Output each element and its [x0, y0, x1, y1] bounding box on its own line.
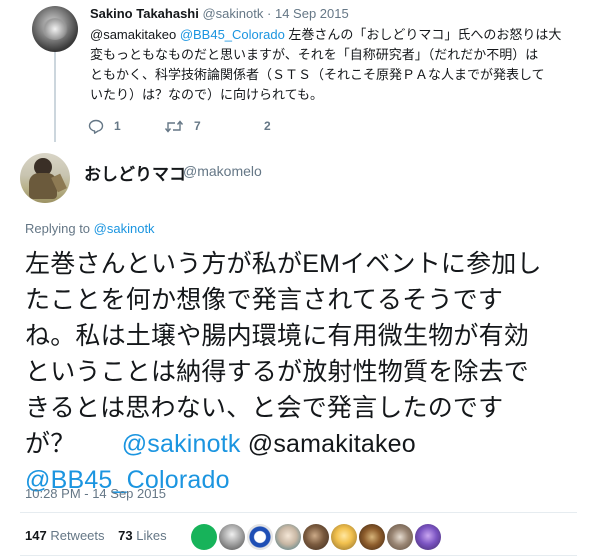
parent-mention-samakitakeo[interactable]: @samakitakeo	[90, 27, 176, 42]
tweet-text-fragment: が？	[25, 430, 76, 458]
retweets-label: Retweets	[50, 528, 105, 543]
parent-tweet-text: @samakitakeo @BB45_Colorado 左巻さんの「おしどりマコ…	[90, 25, 590, 105]
parent-author-handle[interactable]: @sakinotk	[202, 6, 263, 21]
like-count: 2	[264, 119, 271, 133]
tweet-text-line: ね。私は土壌や腸内環境に有用微生物が有効	[25, 322, 530, 350]
parent-text-line: いたり）は？なので）に向けられても。	[90, 87, 323, 102]
retweets-count: 147	[25, 528, 47, 543]
liker-avatar[interactable]	[219, 524, 245, 550]
main-author-handle[interactable]: @makomelo	[183, 163, 262, 179]
mention-sakinotk[interactable]: @sakinotk	[122, 430, 241, 458]
tweet-text-line: たことを何か想像で発言されてるそうです	[25, 286, 504, 314]
likes-count: 73	[118, 528, 133, 543]
parent-text-line: 変もっともなものだと思いますが、それを「自称研究者」（だれだか不明）は	[90, 47, 539, 62]
replying-to-mention[interactable]: @sakinotk	[94, 221, 155, 236]
divider	[20, 555, 577, 556]
main-tweet-text: 左巻さんという方が私がEMイベントに参加し たことを何か想像で発言されてるそうで…	[25, 246, 595, 498]
divider	[20, 512, 577, 513]
parent-tweet-header: Sakino Takahashi @sakinotk · 14 Sep 2015	[90, 6, 349, 21]
tweet-text-line-with-mentions: が？ @sakinotk @samakitakeo	[25, 426, 595, 462]
reply-button[interactable]: 1	[88, 117, 121, 135]
liker-avatar[interactable]	[275, 524, 301, 550]
reply-count: 1	[114, 119, 121, 133]
tweet-stats: 147 Retweets 73 Likes	[25, 528, 167, 548]
tweet-text-line: ということは納得するが放射性物質を除去で	[25, 358, 530, 386]
retweet-count: 7	[194, 119, 201, 133]
parent-tweet[interactable]: Sakino Takahashi @sakinotk · 14 Sep 2015…	[0, 0, 597, 142]
liker-avatar[interactable]	[359, 524, 385, 550]
parent-text-line: 左巻さんの「おしどりマコ」氏へのお怒りは大	[288, 27, 562, 42]
liker-avatar[interactable]	[303, 524, 329, 550]
replying-to: Replying to @sakinotk	[25, 221, 155, 236]
parent-author-avatar[interactable]	[32, 6, 78, 52]
replying-to-label: Replying to	[25, 221, 91, 236]
thread-connector-line	[54, 50, 56, 142]
tweet-text-line: きるとは思わない、と会で発言したのです	[25, 394, 504, 422]
parent-tweet-date[interactable]: 14 Sep 2015	[275, 6, 349, 21]
like-button[interactable]: 2	[254, 117, 271, 135]
liker-avatar[interactable]	[191, 524, 217, 550]
retweet-button[interactable]: 7	[164, 117, 201, 135]
retweet-icon	[164, 119, 184, 134]
parent-text-line: ともかく、科学技術論関係者（ＳＴＳ（それこそ原発ＰＡな人までが発表して	[90, 67, 545, 82]
likes-label: Likes	[136, 528, 167, 543]
parent-mention-bb45-colorado[interactable]: @BB45_Colorado	[180, 27, 285, 42]
likes-stat[interactable]: 73 Likes	[118, 528, 166, 543]
reply-icon	[88, 119, 104, 134]
parent-author-name[interactable]: Sakino Takahashi	[90, 6, 199, 21]
liker-avatar[interactable]	[387, 524, 413, 550]
meta-separator: ·	[267, 6, 272, 21]
tweet-timestamp[interactable]: 10:28 PM - 14 Sep 2015	[25, 486, 166, 501]
main-author-name[interactable]: おしどりマコ	[84, 160, 186, 185]
retweets-stat[interactable]: 147 Retweets	[25, 528, 108, 543]
liker-avatar[interactable]	[415, 524, 441, 550]
tweet-text-line: 左巻さんという方が私がEMイベントに参加し	[25, 250, 542, 278]
main-author-avatar[interactable]	[20, 153, 70, 203]
mention-samakitakeo[interactable]: @samakitakeo	[248, 430, 416, 458]
liker-avatar[interactable]	[247, 524, 273, 550]
liker-avatar[interactable]	[331, 524, 357, 550]
